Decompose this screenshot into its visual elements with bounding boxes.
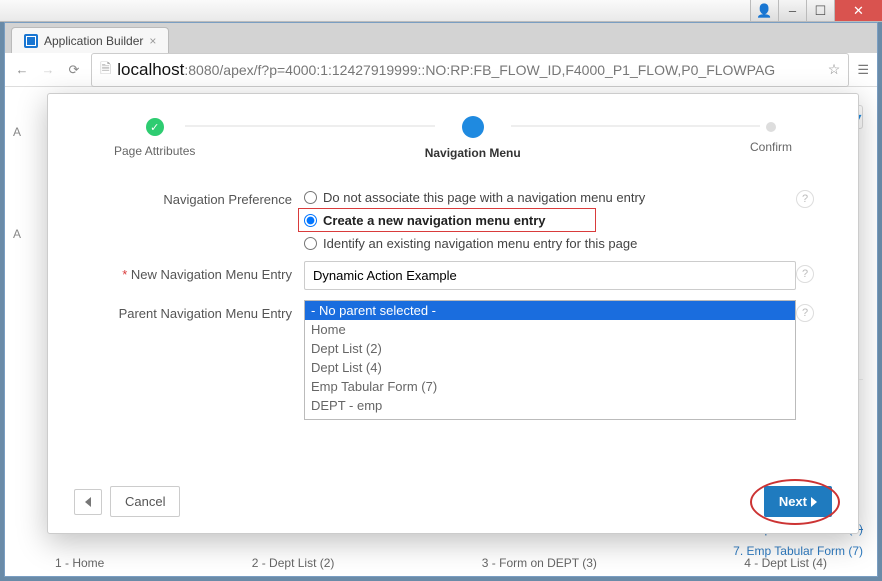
- radio-identify-existing[interactable]: Identify an existing navigation menu ent…: [304, 236, 796, 251]
- back-icon[interactable]: ←: [13, 62, 31, 77]
- radio-input[interactable]: [304, 214, 317, 227]
- radio-no-associate[interactable]: Do not associate this page with a naviga…: [304, 190, 796, 205]
- list-option[interactable]: DEPT - emp: [305, 396, 795, 415]
- radio-create-new[interactable]: Create a new navigation menu entry: [304, 213, 796, 228]
- wizard-connector: [511, 125, 760, 127]
- wizard-step-page-attributes[interactable]: Page Attributes: [114, 118, 195, 158]
- bg-footer-links: 1 - Home 2 - Dept List (2) 3 - Form on D…: [55, 556, 827, 570]
- dialog-footer: Cancel Next: [74, 474, 832, 517]
- bg-label-left-2: A: [13, 227, 21, 241]
- back-button[interactable]: [74, 489, 102, 515]
- forward-icon[interactable]: →: [39, 62, 57, 77]
- url-path: :8080/apex/f?p=4000:1:12427919999::NO:RP…: [184, 62, 775, 78]
- bg-footer-link[interactable]: 2 - Dept List (2): [252, 556, 335, 570]
- browser-tab[interactable]: Application Builder ×: [11, 27, 169, 53]
- radio-label: Do not associate this page with a naviga…: [323, 190, 645, 205]
- tabstrip: Application Builder ×: [5, 23, 877, 53]
- check-icon: [146, 118, 164, 136]
- wizard-form: Navigation Preference Do not associate t…: [74, 186, 832, 420]
- list-option[interactable]: - No parent selected -: [305, 301, 795, 320]
- favicon-icon: [24, 34, 38, 48]
- radio-input[interactable]: [304, 237, 317, 250]
- help-icon[interactable]: ?: [796, 190, 814, 208]
- os-minimize-button[interactable]: –: [778, 0, 806, 21]
- dot-icon: [766, 122, 776, 132]
- url-field[interactable]: 🗎 localhost :8080/apex/f?p=4000:1:124279…: [91, 53, 849, 87]
- wizard-steps: Page Attributes Navigation Menu Confirm: [74, 116, 832, 160]
- page-icon: 🗎: [100, 58, 111, 82]
- tab-close-icon[interactable]: ×: [149, 34, 156, 48]
- os-close-button[interactable]: ✕: [834, 0, 882, 21]
- wizard-step-label: Confirm: [750, 140, 792, 154]
- bg-label-left: A: [13, 125, 21, 139]
- next-button-label: Next: [779, 494, 807, 509]
- list-option[interactable]: Home: [305, 320, 795, 339]
- wizard-connector: [185, 125, 434, 127]
- help-icon[interactable]: ?: [796, 304, 814, 322]
- new-entry-label: New Navigation Menu Entry: [74, 261, 304, 282]
- bookmark-icon[interactable]: ☆: [828, 61, 841, 78]
- list-option[interactable]: Emp Tabular Form (7): [305, 377, 795, 396]
- wizard-step-label: Navigation Menu: [425, 146, 521, 160]
- cancel-button[interactable]: Cancel: [110, 486, 180, 517]
- bg-footer-link[interactable]: 1 - Home: [55, 556, 104, 570]
- radio-input[interactable]: [304, 191, 317, 204]
- wizard-step-navigation-menu[interactable]: Navigation Menu: [425, 116, 521, 160]
- browser-window: Application Builder × ← → ⟳ 🗎 localhost …: [4, 22, 878, 577]
- tab-title: Application Builder: [44, 34, 143, 48]
- dot-icon: [462, 116, 484, 138]
- next-button[interactable]: Next: [764, 486, 832, 517]
- wizard-step-label: Page Attributes: [114, 144, 195, 158]
- new-entry-input[interactable]: [304, 261, 796, 290]
- address-bar: ← → ⟳ 🗎 localhost :8080/apex/f?p=4000:1:…: [5, 53, 877, 87]
- os-user-icon[interactable]: 👤: [750, 0, 778, 21]
- help-icon[interactable]: ?: [796, 265, 814, 283]
- list-option[interactable]: DEPT: [305, 415, 795, 420]
- radio-label: Create a new navigation menu entry: [323, 213, 546, 228]
- browser-menu-icon[interactable]: ☰: [857, 62, 869, 78]
- os-maximize-button[interactable]: ☐: [806, 0, 834, 21]
- nav-pref-radios: Do not associate this page with a naviga…: [304, 186, 796, 251]
- chevron-left-icon: [85, 497, 91, 507]
- url-host: localhost: [117, 60, 184, 80]
- parent-entry-listbox[interactable]: - No parent selected - Home Dept List (2…: [304, 300, 796, 420]
- parent-entry-label: Parent Navigation Menu Entry: [74, 300, 304, 321]
- list-option[interactable]: Dept List (4): [305, 358, 795, 377]
- nav-pref-label: Navigation Preference: [74, 186, 304, 207]
- reload-icon[interactable]: ⟳: [65, 62, 83, 78]
- chevron-right-icon: [811, 497, 817, 507]
- list-option[interactable]: Dept List (2): [305, 339, 795, 358]
- wizard-step-confirm[interactable]: Confirm: [750, 122, 792, 154]
- page-content: A A 👤▾ ▶ › › e 1 6. Emp Tabular Form (6)…: [5, 87, 877, 576]
- wizard-dialog: Page Attributes Navigation Menu Confirm …: [47, 93, 859, 534]
- bg-footer-link[interactable]: 4 - Dept List (4): [744, 556, 827, 570]
- radio-label: Identify an existing navigation menu ent…: [323, 236, 637, 251]
- bg-footer-link[interactable]: 3 - Form on DEPT (3): [482, 556, 597, 570]
